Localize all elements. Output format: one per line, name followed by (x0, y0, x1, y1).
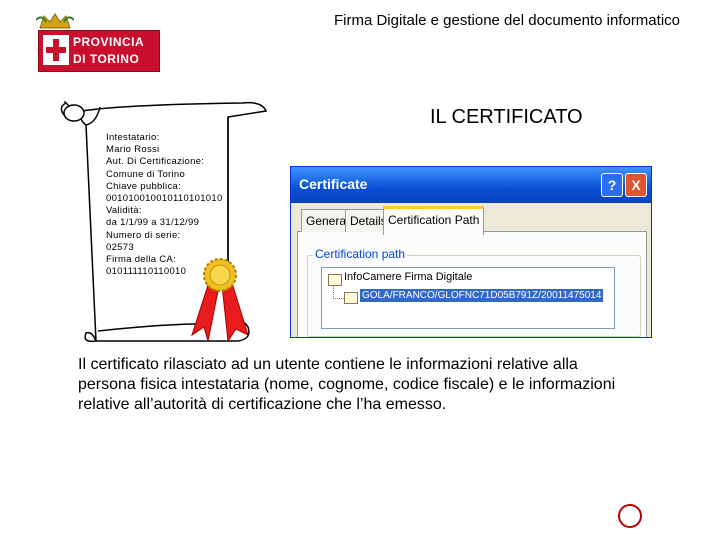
cross-crest-icon (43, 35, 69, 65)
section-title: IL CERTIFICATO (430, 106, 583, 128)
cert-line: Intestatario: (106, 132, 160, 143)
tab-certification-path[interactable]: Certification Path (383, 206, 485, 235)
description-text: Il certificato rilasciato ad un utente c… (78, 356, 616, 413)
header-title: Firma Digitale e gestione del documento … (333, 12, 680, 29)
cert-line: Chiave pubblica: (106, 180, 182, 192)
tree-connector (333, 284, 344, 299)
cert-line: 010111110110010 (106, 266, 187, 278)
dialog-titlebar[interactable]: Certificate ? X (291, 167, 651, 203)
help-button[interactable]: ? (601, 173, 623, 197)
cert-line: Mario Rossi (106, 144, 160, 156)
cert-line: Validità: (106, 205, 142, 217)
cert-line: 001010010010110101010 (106, 193, 223, 205)
certificate-icon (328, 274, 342, 286)
crown-icon (36, 13, 74, 29)
logo-line1: PROVINCIA (73, 35, 145, 49)
cert-line: Firma della CA: (106, 254, 176, 266)
cert-line: Aut. Di Certificazione: (106, 156, 205, 168)
logo-line2: DI TORINO (73, 52, 140, 66)
dialog-title: Certificate (299, 176, 368, 192)
cert-line: 02573 (106, 241, 134, 253)
cert-line: Numero di serie: (106, 229, 181, 241)
certificate-dialog: Certificate ? X General Details Certific… (290, 166, 652, 338)
provincia-logo: PROVINCIA DI TORINO (38, 30, 160, 72)
nav-circle-button[interactable] (618, 504, 642, 528)
cert-line: da 1/1/99 a 31/12/99 (106, 217, 200, 229)
tree-node-root[interactable]: InfoCamere Firma Digitale (344, 271, 472, 283)
group-label: Certification path (313, 247, 408, 261)
tree-node-selected[interactable]: GOLA/FRANCO/GLOFNC71D05B791Z/20011475014 (360, 289, 604, 302)
certificate-icon (344, 292, 358, 304)
certification-path-tree[interactable]: InfoCamere Firma Digitale GOLA/FRANCO/GL… (321, 267, 615, 329)
close-button[interactable]: X (625, 173, 647, 197)
certificate-text: Intestatario: Mario Rossi Aut. Di Certif… (106, 132, 266, 278)
cert-line: Comune di Torino (106, 168, 186, 180)
